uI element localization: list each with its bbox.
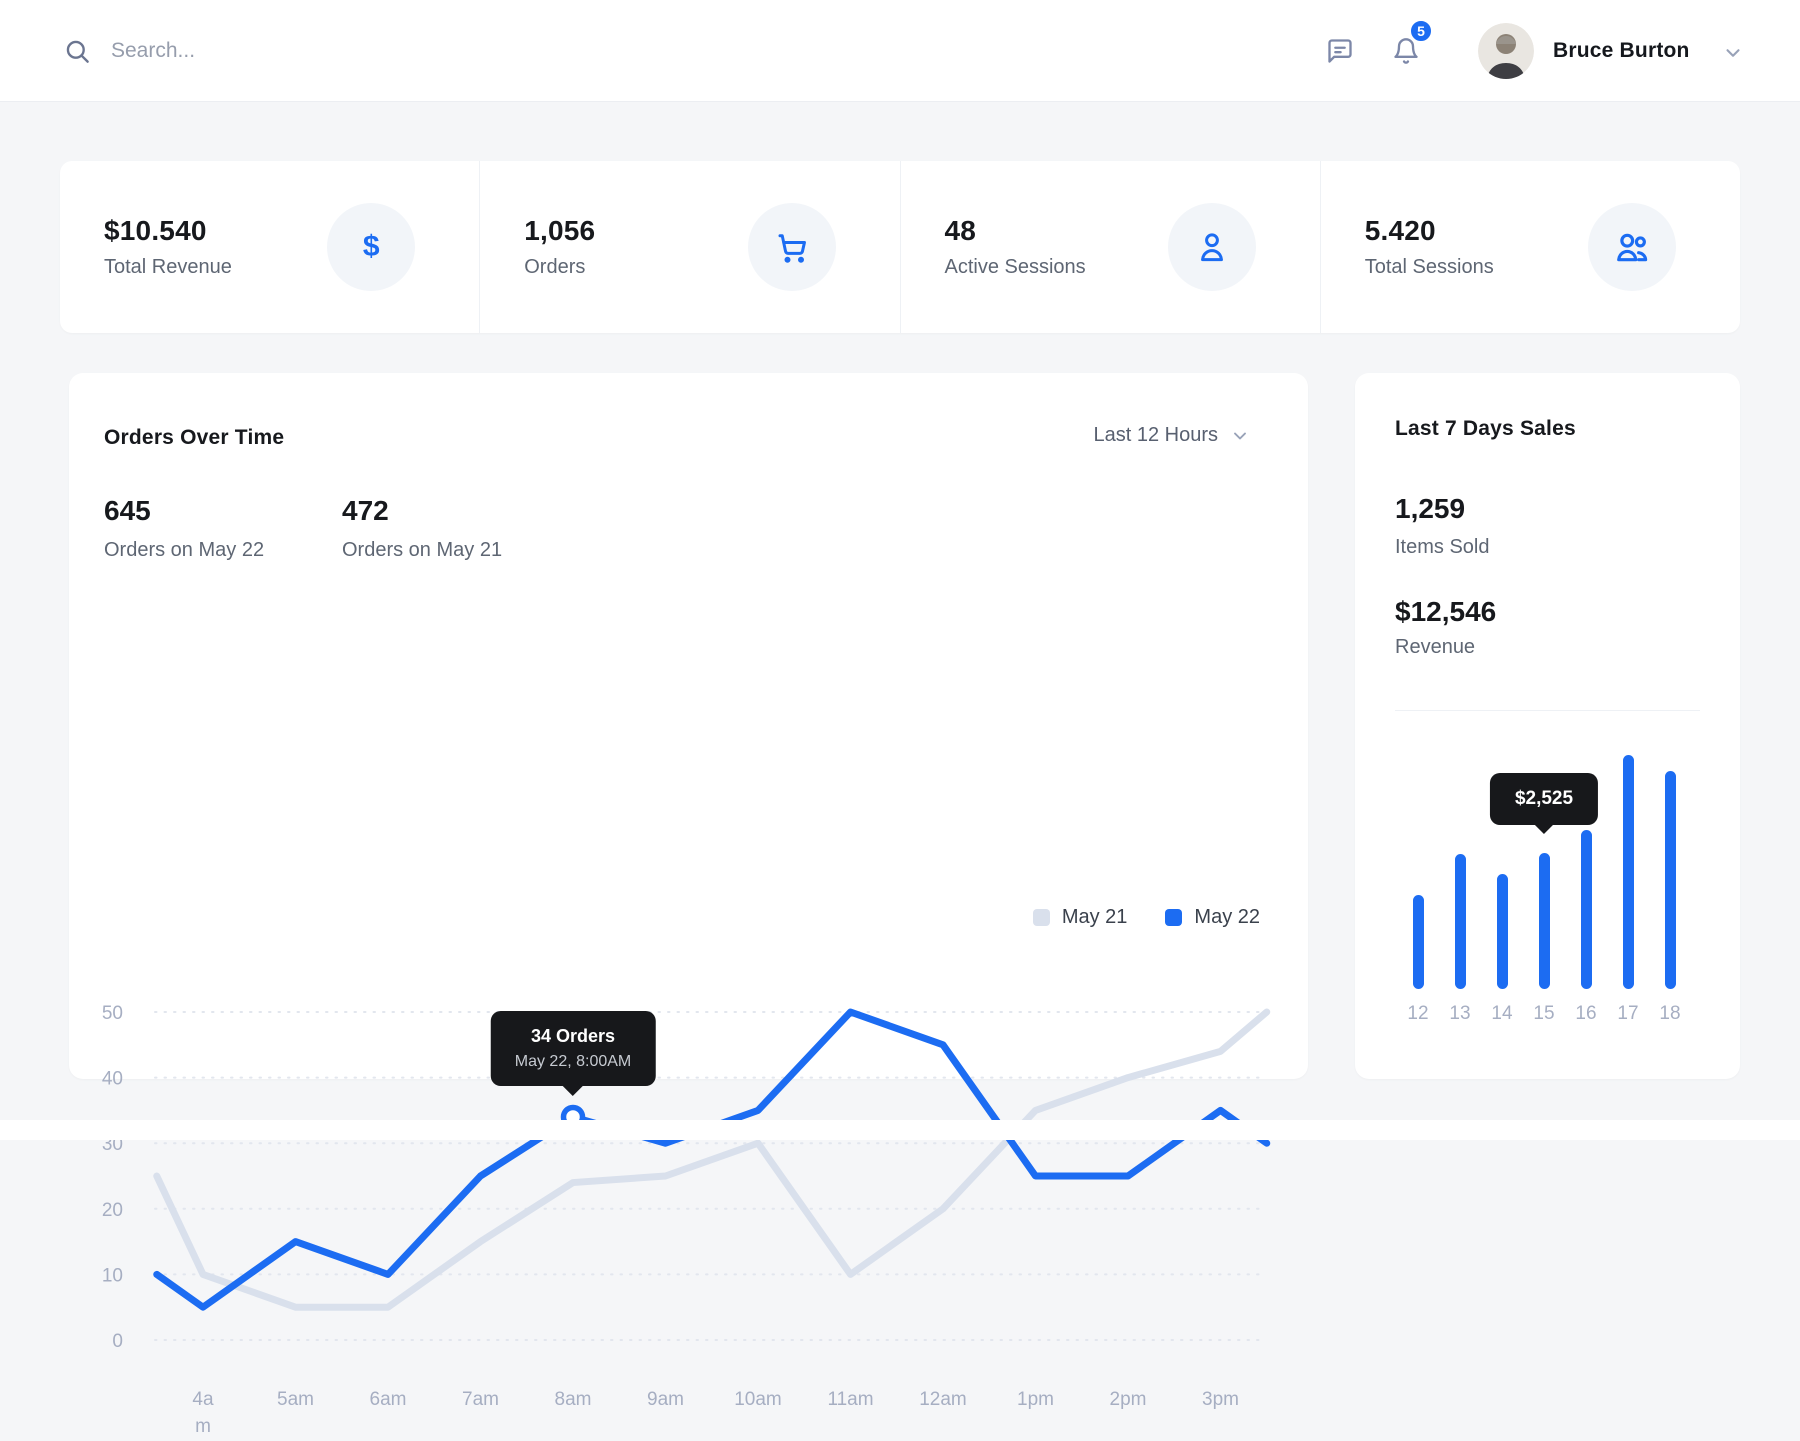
divider xyxy=(1395,710,1700,711)
stat-card-total-sessions: 5.420 Total Sessions xyxy=(1320,161,1740,333)
bar-x-label: 16 xyxy=(1564,1003,1608,1025)
user-menu-chevron-down-icon[interactable] xyxy=(1722,42,1744,64)
x-tick-label: 11am xyxy=(827,1389,873,1410)
x-tick-label: 4a xyxy=(192,1389,214,1410)
y-tick-label: 0 xyxy=(112,1331,123,1352)
stats-row: $10.540 Total Revenue $ 1,056 Orders 48 … xyxy=(60,161,1740,333)
stat-icon-circle xyxy=(1588,203,1676,291)
legend-label: May 21 xyxy=(1062,906,1128,929)
tooltip-date: May 22, 8:00AM xyxy=(515,1053,632,1071)
y-tick-label: 40 xyxy=(102,1069,123,1090)
x-tick-label: 3pm xyxy=(1202,1389,1239,1410)
x-tick-label: 6am xyxy=(370,1389,407,1410)
bar-x-label: 18 xyxy=(1648,1003,1692,1025)
stat-value: 48 xyxy=(945,215,1086,247)
x-tick-label: 7am xyxy=(462,1389,499,1410)
avatar[interactable] xyxy=(1478,23,1534,79)
stat-icon-circle: $ xyxy=(327,203,415,291)
stat-card-total-revenue: $10.540 Total Revenue $ xyxy=(60,161,479,333)
legend-swatch-may22 xyxy=(1165,909,1182,926)
time-range-value: Last 12 Hours xyxy=(1093,424,1218,447)
orders-chart-title: Orders Over Time xyxy=(104,426,284,450)
chevron-down-icon xyxy=(1230,426,1250,446)
bar-x-label: 13 xyxy=(1438,1003,1482,1025)
stat-label: Orders xyxy=(524,256,595,279)
stat-label: Total Sessions xyxy=(1365,256,1494,279)
summary-value: 472 xyxy=(342,495,502,527)
avatar-image xyxy=(1478,23,1534,79)
bar-day-13[interactable] xyxy=(1455,854,1466,989)
stat-card-orders: 1,056 Orders xyxy=(479,161,899,333)
topbar: 5 Bruce Burton xyxy=(0,0,1800,102)
revenue-value: $12,546 xyxy=(1395,596,1496,628)
x-tick-label: m xyxy=(195,1416,211,1437)
bar-day-18[interactable] xyxy=(1665,771,1676,989)
x-tick-label: 10am xyxy=(734,1389,782,1410)
summary-label: Orders on May 22 xyxy=(104,539,264,562)
stat-value: 1,056 xyxy=(524,215,595,247)
search-icon xyxy=(64,38,91,65)
bar-day-17[interactable] xyxy=(1623,755,1634,989)
search-bar[interactable] xyxy=(64,0,531,102)
time-range-dropdown[interactable]: Last 12 Hours xyxy=(1093,424,1250,447)
bar-x-label: 17 xyxy=(1606,1003,1650,1025)
bar-x-label: 12 xyxy=(1396,1003,1440,1025)
orders-over-time-card: Orders Over Time Last 12 Hours 645 Order… xyxy=(69,373,1308,1079)
chart-legend: May 21 May 22 xyxy=(1033,906,1260,929)
legend-item-may21[interactable]: May 21 xyxy=(1033,906,1128,929)
cart-icon xyxy=(774,229,810,265)
last-7-days-sales-card: Last 7 Days Sales 1,259 Items Sold $12,5… xyxy=(1355,373,1740,1079)
sales-bar-labels: 12131415161718 xyxy=(1395,1003,1700,1027)
bar-day-15[interactable] xyxy=(1539,853,1550,989)
search-input[interactable] xyxy=(111,39,531,63)
x-tick-label: 9am xyxy=(647,1389,684,1410)
items-sold-value: 1,259 xyxy=(1395,493,1465,525)
summary-may22: 645 Orders on May 22 xyxy=(104,495,264,562)
bar-day-16[interactable] xyxy=(1581,830,1592,989)
x-tick-label: 1pm xyxy=(1017,1389,1054,1410)
stat-label: Active Sessions xyxy=(945,256,1086,279)
messages-icon[interactable] xyxy=(1326,37,1354,65)
summary-label: Orders on May 21 xyxy=(342,539,502,562)
stat-label: Total Revenue xyxy=(104,256,232,279)
bar-x-label: 14 xyxy=(1480,1003,1524,1025)
stat-icon-circle xyxy=(1168,203,1256,291)
user-name[interactable]: Bruce Burton xyxy=(1553,0,1690,102)
y-tick-label: 50 xyxy=(102,1003,123,1024)
bar-x-label: 15 xyxy=(1522,1003,1566,1025)
sales-tooltip: $2,525 xyxy=(1490,773,1598,825)
stat-value: $10.540 xyxy=(104,215,232,247)
legend-label: May 22 xyxy=(1194,906,1260,929)
x-tick-label: 8am xyxy=(555,1389,592,1410)
stat-value: 5.420 xyxy=(1365,215,1494,247)
dollar-icon: $ xyxy=(363,230,380,264)
bar-day-14[interactable] xyxy=(1497,874,1508,989)
revenue-label: Revenue xyxy=(1395,636,1475,659)
tooltip-value: 34 Orders xyxy=(515,1026,632,1047)
series-line-may-21 xyxy=(157,1012,1267,1307)
next-section-edge xyxy=(0,1120,1800,1140)
summary-value: 645 xyxy=(104,495,264,527)
summary-may21: 472 Orders on May 21 xyxy=(342,495,502,562)
x-tick-label: 5am xyxy=(277,1389,314,1410)
bar-day-12[interactable] xyxy=(1413,895,1424,989)
user-icon xyxy=(1194,229,1230,265)
legend-swatch-may21 xyxy=(1033,909,1050,926)
x-tick-label: 2pm xyxy=(1110,1389,1147,1410)
y-tick-label: 20 xyxy=(102,1200,123,1221)
users-icon xyxy=(1613,228,1651,266)
x-tick-label: 12am xyxy=(919,1389,967,1410)
stat-card-active-sessions: 48 Active Sessions xyxy=(900,161,1320,333)
orders-line-chart: 504030201004am5am6am7am8am9am10am11am12a… xyxy=(69,996,1308,1441)
notification-badge: 5 xyxy=(1408,18,1434,44)
items-sold-label: Items Sold xyxy=(1395,536,1489,559)
stat-icon-circle xyxy=(748,203,836,291)
y-tick-label: 10 xyxy=(102,1265,123,1286)
legend-item-may22[interactable]: May 22 xyxy=(1165,906,1260,929)
sales-card-title: Last 7 Days Sales xyxy=(1395,417,1576,441)
orders-tooltip: 34 Orders May 22, 8:00AM xyxy=(491,1011,656,1086)
